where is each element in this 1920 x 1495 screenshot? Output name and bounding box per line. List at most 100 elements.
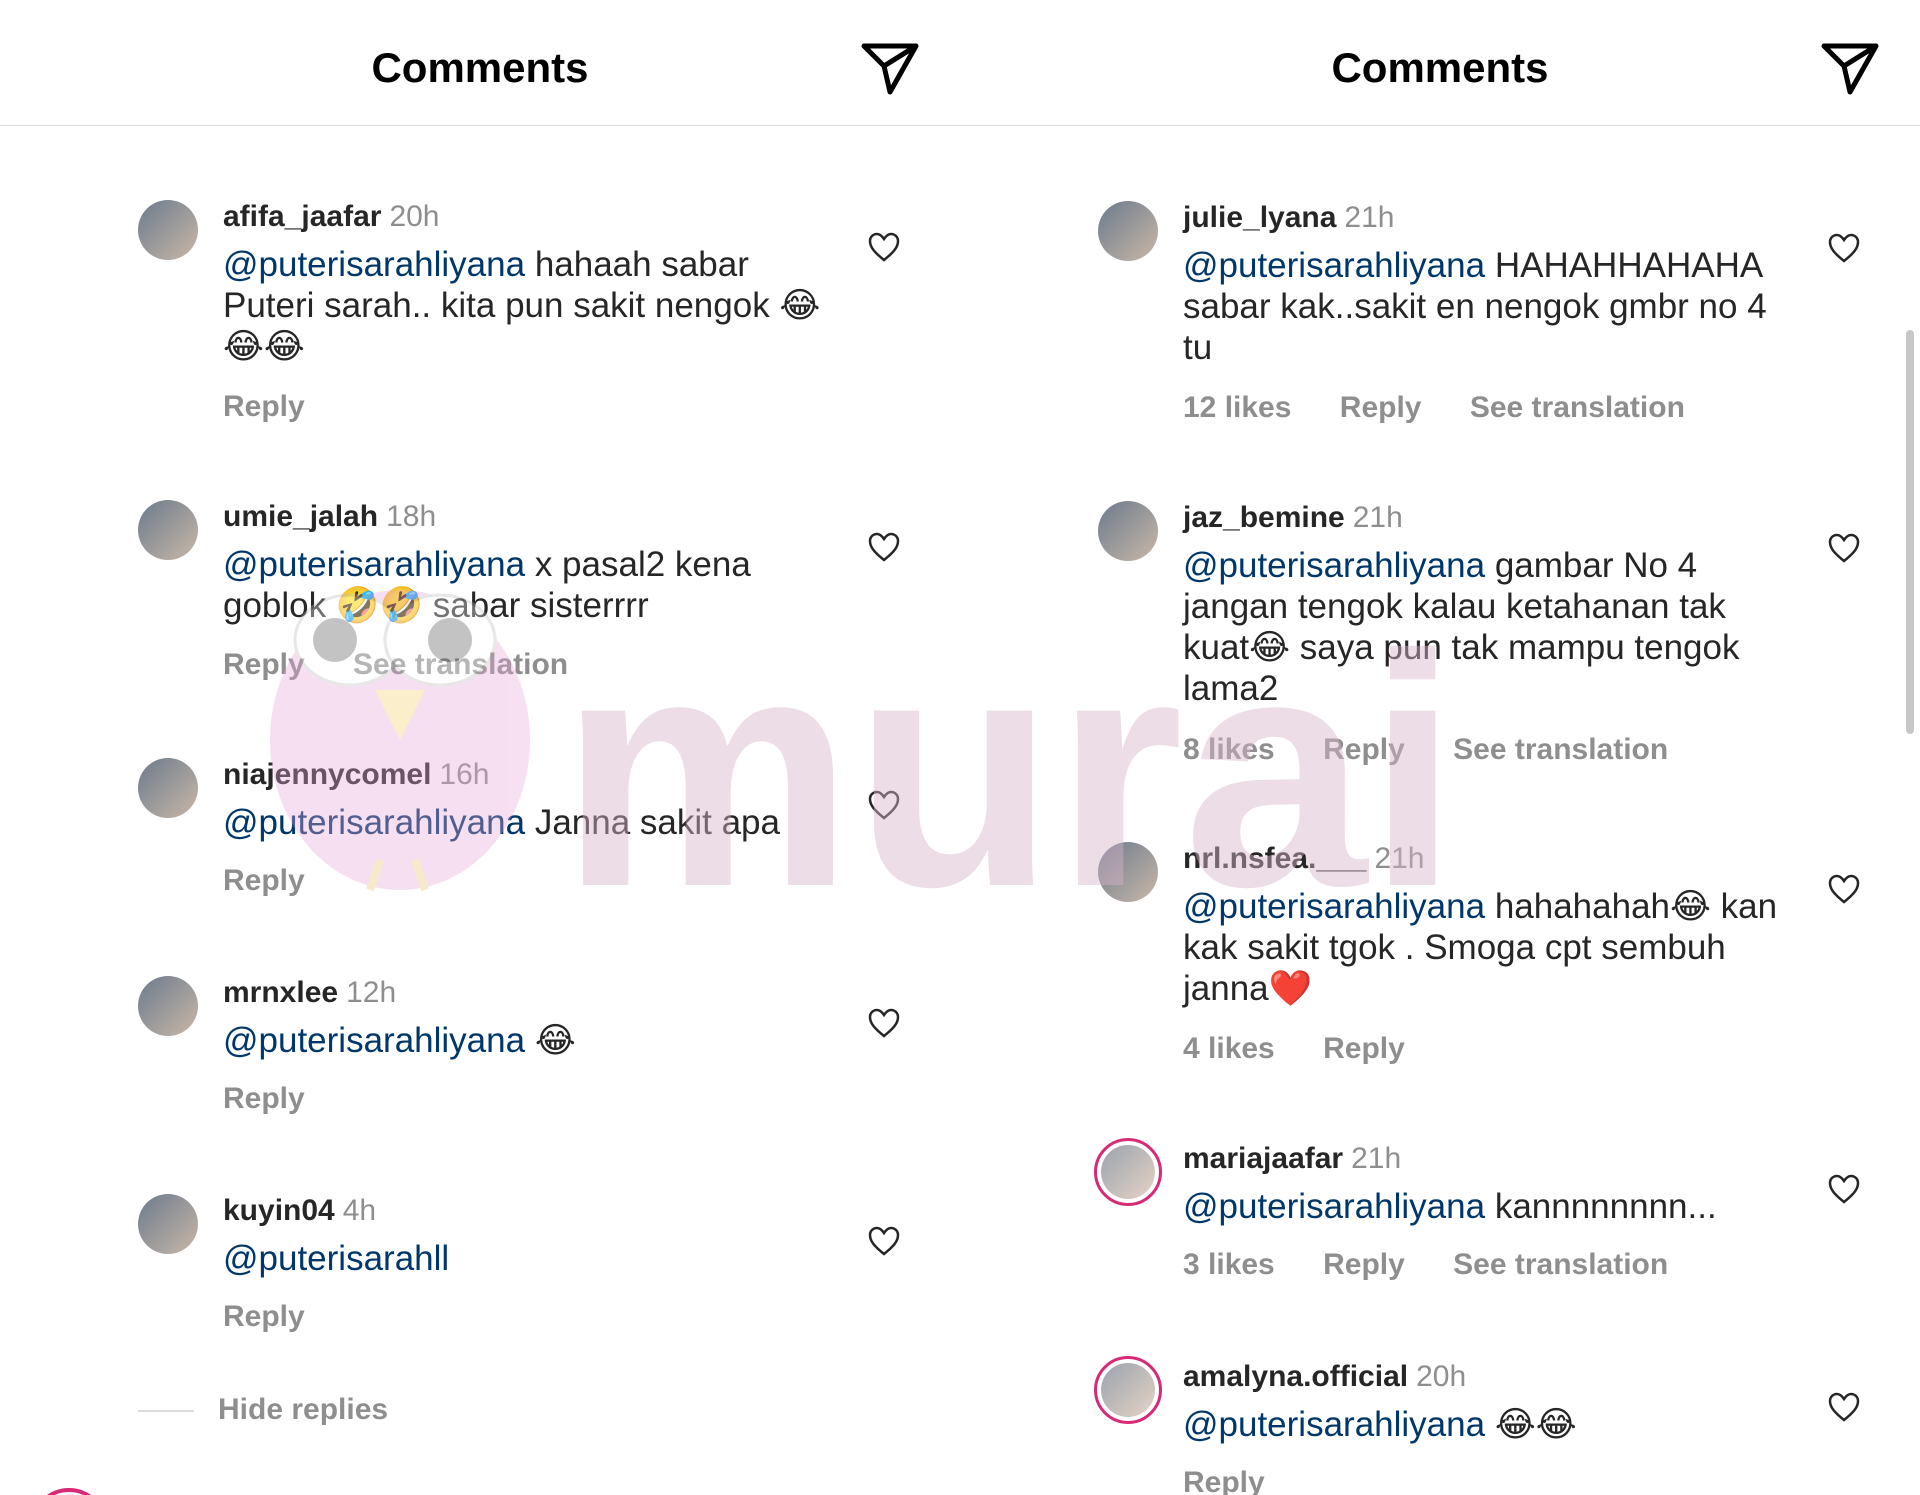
username[interactable]: nrl.nsfea.___ (1183, 842, 1366, 875)
comments-panel-right: Comments julie_lyana 21h @puterisarahliya… (960, 0, 1920, 1495)
scrollbar[interactable] (1906, 330, 1914, 734)
avatar[interactable] (138, 976, 198, 1036)
comment-actions: Reply (223, 864, 345, 898)
timestamp: 18h (386, 500, 437, 533)
likes-count[interactable]: 12 likes (1183, 391, 1291, 424)
likes-count[interactable]: 8 likes (1183, 733, 1275, 766)
comment-text: @puterisarahliyana x pasal2 kena goblok … (223, 544, 843, 626)
username[interactable]: amalyna.official (1183, 1360, 1408, 1393)
mention-link[interactable]: @puterisarahliyana (1183, 546, 1485, 585)
comment-actions: 3 likes Reply See translation (1183, 1248, 1708, 1282)
comment-meta: kuyin04 4h (223, 1194, 376, 1228)
mention-link[interactable]: @puterisarahliyana (1183, 1405, 1485, 1444)
heart-outline-icon[interactable] (868, 1008, 900, 1038)
avatar-story-ring[interactable] (1094, 1138, 1162, 1206)
reply-button[interactable]: Reply (1323, 1248, 1405, 1281)
comments-header: Comments (960, 0, 1920, 126)
comment-actions: 8 likes Reply See translation (1183, 733, 1708, 767)
timestamp: 12h (346, 976, 397, 1009)
mention-link[interactable]: @puterisarahll (223, 1239, 449, 1278)
comment-actions: 4 likes Reply (1183, 1032, 1445, 1066)
heart-outline-icon[interactable] (868, 790, 900, 820)
reply-button[interactable]: Reply (223, 864, 305, 897)
timestamp: 16h (439, 758, 490, 791)
reply-button[interactable]: Reply (223, 648, 305, 681)
comment-text: @puterisarahliyana Janna sakit apa (223, 802, 843, 843)
heart-outline-icon[interactable] (1828, 1392, 1860, 1422)
see-translation-button[interactable]: See translation (1453, 1248, 1668, 1281)
heart-outline-icon[interactable] (1828, 233, 1860, 263)
avatar[interactable] (1098, 201, 1158, 261)
reply-button[interactable]: Reply (223, 1082, 305, 1115)
see-translation-button[interactable]: See translation (1453, 733, 1668, 766)
heart-outline-icon[interactable] (868, 1226, 900, 1256)
comment-meta: niajennycomel 16h (223, 758, 489, 792)
mention-link[interactable]: @puterisarahliyana (1183, 246, 1485, 285)
avatar (1101, 1145, 1155, 1199)
username[interactable]: mariajaafar (1183, 1142, 1343, 1175)
comment-actions: Reply See translation (223, 648, 608, 682)
comment-text: @puterisarahliyana 😂😂 (1183, 1404, 1783, 1445)
avatar[interactable] (1098, 501, 1158, 561)
comment-meta: mariajaafar 21h (1183, 1142, 1401, 1176)
mention-link[interactable]: @puterisarahliyana (223, 803, 525, 842)
comment-text: @puterisarahliyana hahahahah😂 kan kak sa… (1183, 886, 1783, 1009)
comment-text: @puterisarahll (223, 1238, 843, 1279)
comments-panel-left: Comments afifa_jaafar 20h @puterisarahliy… (0, 0, 960, 1495)
avatar-story-ring[interactable] (1094, 1356, 1162, 1424)
mention-link[interactable]: @puterisarahliyana (223, 545, 525, 584)
reply-button[interactable]: Reply (1340, 391, 1422, 424)
heart-outline-icon[interactable] (868, 232, 900, 262)
mention-link[interactable]: @puterisarahliyana (1183, 887, 1485, 926)
comment-actions: Reply (223, 1082, 345, 1116)
comment-text: @puterisarahliyana gambar No 4 jangan te… (1183, 545, 1783, 709)
see-translation-button[interactable]: See translation (353, 648, 568, 681)
comment-actions: 12 likes Reply See translation (1183, 391, 1725, 425)
comment-meta: julie_lyana 21h (1183, 201, 1394, 235)
timestamp: 21h (1352, 501, 1403, 534)
reply-button[interactable]: Reply (223, 1300, 305, 1333)
heart-outline-icon[interactable] (868, 532, 900, 562)
heart-outline-icon[interactable] (1828, 874, 1860, 904)
comment-body: Janna sakit apa (525, 803, 780, 842)
username[interactable]: mrnxlee (223, 976, 338, 1009)
username[interactable]: umie_jalah (223, 500, 378, 533)
avatar[interactable] (138, 1194, 198, 1254)
likes-count[interactable]: 4 likes (1183, 1032, 1275, 1065)
mention-link[interactable]: @puterisarahliyana (223, 1021, 525, 1060)
likes-count[interactable]: 3 likes (1183, 1248, 1275, 1281)
comment-text: @puterisarahliyana HAHAHHAHAHA sabar kak… (1183, 245, 1783, 368)
avatar[interactable] (138, 758, 198, 818)
username[interactable]: niajennycomel (223, 758, 431, 791)
avatar[interactable] (138, 500, 198, 560)
see-translation-button[interactable]: See translation (1470, 391, 1685, 424)
username[interactable]: afifa_jaafar (223, 200, 381, 233)
avatar[interactable] (138, 200, 198, 260)
comment-meta: jaz_bemine 21h (1183, 501, 1403, 535)
mention-link[interactable]: @puterisarahliyana (223, 245, 525, 284)
timestamp: 20h (389, 200, 440, 233)
comment-meta: mrnxlee 12h (223, 976, 396, 1010)
comment-text: @puterisarahliyana kannnnnnnn... (1183, 1186, 1783, 1227)
username[interactable]: kuyin04 (223, 1194, 335, 1227)
username[interactable]: jaz_bemine (1183, 501, 1345, 534)
comment-actions: Reply (223, 390, 345, 424)
page-title: Comments (1331, 44, 1549, 91)
timestamp: 21h (1351, 1142, 1402, 1175)
comment-meta: umie_jalah 18h (223, 500, 436, 534)
mention-link[interactable]: @puterisarahliyana (1183, 1187, 1485, 1226)
paper-plane-icon[interactable] (1820, 40, 1880, 96)
reply-button[interactable]: Reply (223, 390, 305, 423)
timestamp: 20h (1416, 1360, 1467, 1393)
heart-outline-icon[interactable] (1828, 533, 1860, 563)
comments-header: Comments (0, 0, 960, 126)
reply-button[interactable]: Reply (1183, 1466, 1265, 1495)
avatar[interactable] (1098, 842, 1158, 902)
comment-meta: amalyna.official 20h (1183, 1360, 1466, 1394)
paper-plane-icon[interactable] (860, 40, 920, 96)
username[interactable]: julie_lyana (1183, 201, 1336, 234)
reply-button[interactable]: Reply (1323, 1032, 1405, 1065)
heart-outline-icon[interactable] (1828, 1174, 1860, 1204)
reply-button[interactable]: Reply (1323, 733, 1405, 766)
hide-replies-button[interactable]: Hide replies (138, 1393, 388, 1427)
